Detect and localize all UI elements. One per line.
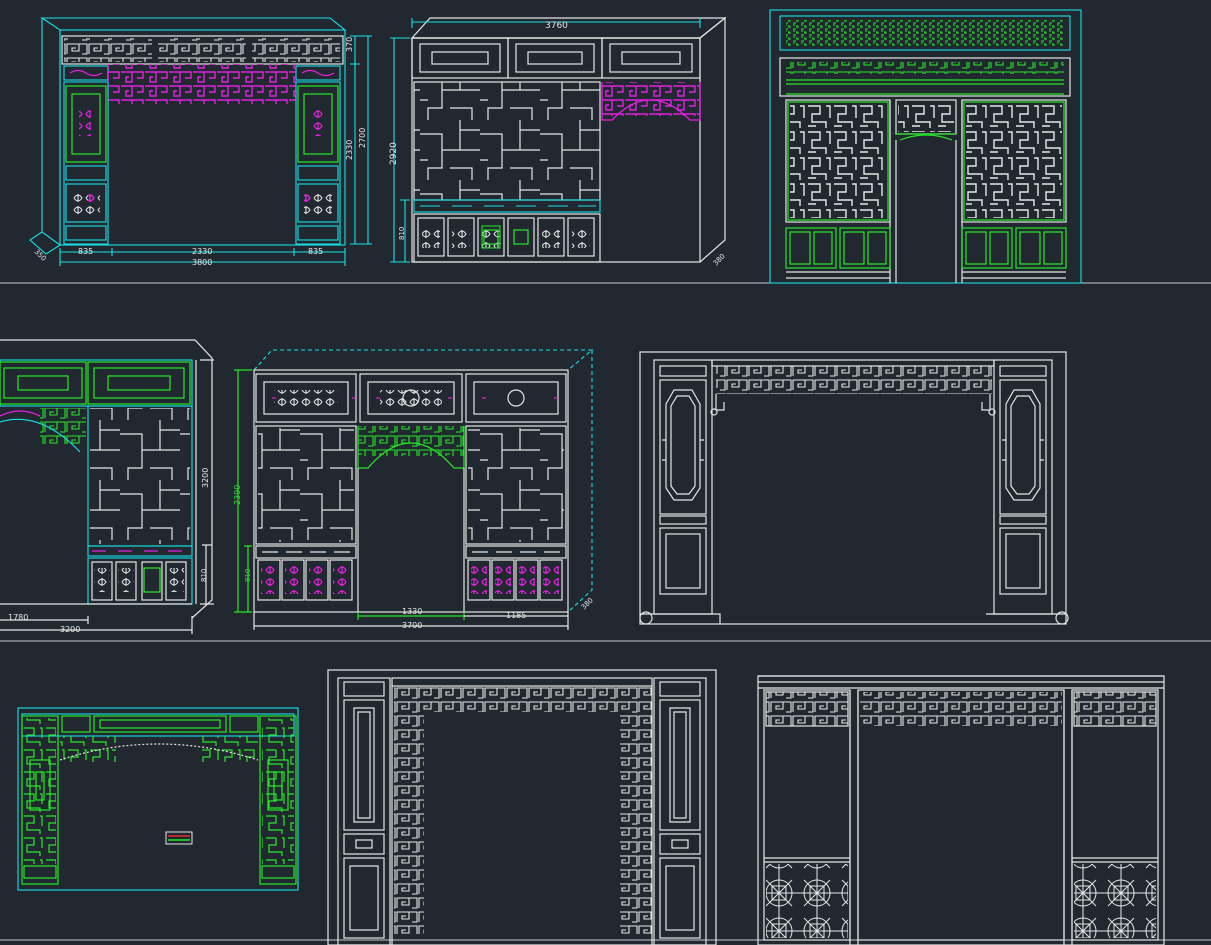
dimension-label: 1330 bbox=[402, 607, 422, 616]
drawing-6-doorway-elevation bbox=[639, 351, 1069, 625]
dimension-label: 835 bbox=[78, 247, 93, 256]
drawing-9-lattice-partition-elevation bbox=[757, 675, 1165, 945]
drawing-2-shelf-partition-perspective: 3760 2920 810 380 bbox=[389, 16, 727, 267]
dimension-label: 3700 bbox=[402, 621, 422, 630]
drawing-4-partial-shelf-partition: 3200 810 1780 3200 bbox=[0, 339, 214, 634]
drawing-8-fret-doorway-elevation bbox=[327, 669, 717, 945]
dimension-label: 3800 bbox=[192, 258, 212, 267]
dimension-label: 350 bbox=[33, 248, 48, 263]
cad-drawing-canvas: 370 2330 2700 835 2330 835 3800 350 3760… bbox=[0, 9, 1211, 945]
dimension-label: 1780 bbox=[8, 613, 28, 622]
dimension-label: 3200 bbox=[201, 468, 210, 488]
dimension-label: 2390 bbox=[233, 485, 242, 505]
drawing-5-moon-gate-shelf-perspective: 2390 810 1330 1185 3700 380 bbox=[233, 349, 595, 630]
dimension-label: 380 bbox=[712, 252, 727, 267]
dimension-label: 370 bbox=[345, 37, 354, 52]
dimension-label: 2330 bbox=[345, 140, 354, 160]
dimension-label: 810 bbox=[244, 569, 252, 582]
dimension-label: 3200 bbox=[60, 625, 80, 634]
dimension-label: 2700 bbox=[358, 128, 367, 148]
dimension-label: 835 bbox=[308, 247, 323, 256]
dimension-label: 810 bbox=[398, 227, 406, 240]
dimension-label: 2920 bbox=[389, 142, 399, 165]
drawing-1-archway-perspective: 370 2330 2700 835 2330 835 3800 350 bbox=[29, 17, 372, 267]
dimension-label: 2330 bbox=[192, 247, 212, 256]
drawing-3-moon-gate-partition bbox=[769, 9, 1082, 284]
dimension-label: 3760 bbox=[545, 21, 568, 31]
dimension-label: 1185 bbox=[506, 611, 526, 620]
dimension-label: 810 bbox=[200, 569, 208, 582]
drawing-7-green-archway bbox=[17, 707, 299, 891]
